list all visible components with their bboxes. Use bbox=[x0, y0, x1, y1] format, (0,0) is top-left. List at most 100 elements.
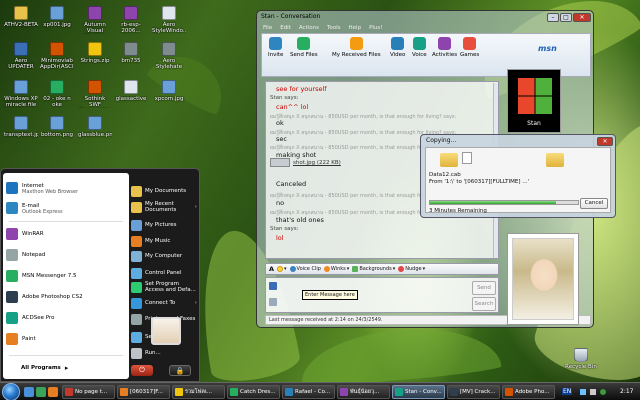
system-tray: EN 2:17 bbox=[562, 385, 638, 399]
desktop-icon[interactable]: bottom.png bbox=[40, 114, 74, 152]
start-place-item[interactable]: My Documents bbox=[131, 183, 197, 199]
taskbar-button[interactable]: Adobe Pho... bbox=[502, 385, 555, 399]
desktop-icon[interactable]: Aero Stylehate bbox=[152, 40, 186, 78]
toolbar-games-button[interactable]: Games bbox=[460, 37, 479, 58]
tray-volume-icon[interactable] bbox=[590, 389, 596, 395]
start-pinned-item[interactable]: Internet Maxthon Web Browser bbox=[6, 179, 126, 197]
network-icon bbox=[131, 297, 142, 309]
desktop-icon[interactable]: rb-esp-2006... bbox=[114, 4, 148, 42]
nudge-button[interactable]: Nudge ▾ bbox=[398, 266, 425, 272]
font-button[interactable]: A bbox=[269, 265, 274, 273]
start-recent-item[interactable]: MSN Messenger 7.5 bbox=[6, 267, 126, 285]
shortcut-icon bbox=[14, 42, 28, 56]
menu-item[interactable]: Actions bbox=[299, 25, 319, 31]
desktop-icon[interactable]: Strings.zip bbox=[78, 40, 112, 78]
dialog-body: Data12.cab From '1:\' to '[060317][FULLT… bbox=[425, 147, 611, 214]
taskbar-button[interactable]: [MV] Crack... bbox=[447, 385, 500, 399]
backgrounds-button[interactable]: Backgrounds ▾ bbox=[352, 266, 395, 272]
clock[interactable]: 2:17 bbox=[620, 388, 633, 395]
desktop-icon[interactable]: ATHV2-BETA bbox=[4, 4, 38, 42]
ink-icon[interactable] bbox=[269, 298, 277, 306]
desktop-icon[interactable]: Minimoviab AppDir(ASCI... bbox=[40, 40, 74, 78]
start-place-item[interactable]: My Computer bbox=[131, 248, 197, 264]
lock-button[interactable]: 🔒 bbox=[169, 365, 191, 376]
desktop-icon[interactable]: transptext.jpg bbox=[4, 114, 38, 152]
notepad-icon bbox=[6, 249, 18, 261]
winks-button[interactable]: Winks ▾ bbox=[323, 266, 349, 272]
start-recent-item[interactable]: Adobe Photoshop CS2 bbox=[6, 288, 126, 306]
desktop-icon[interactable]: Sothink SWF Decompiler bbox=[78, 78, 112, 116]
contact-display-picture[interactable]: Stan bbox=[507, 69, 561, 133]
my-display-picture[interactable] bbox=[507, 233, 579, 325]
menu-item[interactable]: Tools bbox=[327, 25, 341, 31]
start-place-item[interactable]: My Pictures bbox=[131, 217, 197, 233]
start-recent-item[interactable]: Paint bbox=[6, 330, 126, 348]
toolbar-activities-button[interactable]: Activities bbox=[432, 37, 457, 58]
all-programs-button[interactable]: All Programs ▸ bbox=[21, 359, 141, 377]
menu-item[interactable]: Edit bbox=[280, 25, 291, 31]
minimize-button[interactable]: – bbox=[547, 13, 559, 22]
language-indicator[interactable]: EN bbox=[562, 388, 573, 395]
desktop-icon[interactable]: bm735 bbox=[114, 40, 148, 78]
desktop-icon[interactable]: glassactive bbox=[114, 78, 148, 116]
menu-item[interactable]: File bbox=[263, 25, 272, 31]
tray-network-icon[interactable] bbox=[580, 389, 586, 395]
quick-launch-media-icon[interactable] bbox=[48, 387, 58, 397]
start-place-item[interactable]: My Recent Documents › bbox=[131, 199, 197, 215]
maximize-button[interactable]: □ bbox=[560, 13, 572, 22]
quick-launch-desktop-icon[interactable] bbox=[24, 387, 34, 397]
send-button[interactable]: Send bbox=[472, 281, 496, 295]
taskbar-button[interactable]: Catch Dres... bbox=[227, 385, 280, 399]
close-button[interactable]: ✕ bbox=[573, 13, 591, 22]
taskbar-button[interactable]: พันธุ์น้อยวุ... bbox=[337, 385, 390, 399]
desktop-icon[interactable]: Autumn Visual Windows 2... bbox=[78, 4, 112, 42]
voice-clip-button[interactable]: Voice Clip bbox=[289, 266, 321, 272]
desktop-icon[interactable]: xpcom.jpg bbox=[152, 78, 186, 116]
taskbar-button[interactable]: Stan - Conv... bbox=[392, 385, 445, 399]
search-button[interactable]: Search bbox=[472, 297, 496, 311]
user-avatar[interactable] bbox=[151, 317, 181, 345]
start-place-item[interactable]: Connect To › bbox=[131, 295, 197, 311]
menu-item[interactable]: Plus! bbox=[369, 25, 382, 31]
toolbar-send-files-button[interactable]: Send Files bbox=[290, 37, 318, 58]
desktop-icon[interactable]: Aero StyleWindo... bbox=[152, 4, 186, 42]
tray-msn-icon[interactable] bbox=[600, 389, 606, 395]
start-place-item[interactable]: Set Program Access and Defa... bbox=[131, 279, 197, 295]
desktop-icon[interactable]: Windows XP miracle file bbox=[4, 78, 38, 116]
start-recent-item[interactable]: Notepad bbox=[6, 246, 126, 264]
toolbar-voice-button[interactable]: Voice bbox=[412, 37, 427, 58]
start-place-item[interactable]: My Music bbox=[131, 233, 197, 249]
message-input[interactable]: Enter Message here Send Search bbox=[265, 277, 499, 313]
toolbar-invite-button[interactable]: Invite bbox=[268, 37, 283, 58]
microphone-icon bbox=[289, 266, 296, 272]
start-recent-item[interactable]: ACDSee Pro bbox=[6, 309, 126, 327]
desktop-icon[interactable]: Aero UPDATER bbox=[4, 40, 38, 78]
menu-item[interactable]: Help bbox=[349, 25, 362, 31]
toolbar-my-received-files-button[interactable]: My Received Files bbox=[332, 37, 381, 58]
msn-logo: msn bbox=[538, 44, 557, 53]
taskbar-button[interactable]: No page t... bbox=[62, 385, 115, 399]
power-button[interactable]: ⏻ bbox=[131, 365, 153, 376]
cancel-button[interactable]: Cancel bbox=[580, 198, 608, 209]
taskbar-button[interactable]: [060317]F... bbox=[117, 385, 170, 399]
emoticon-button[interactable]: ▾ bbox=[277, 266, 287, 272]
start-place-item[interactable]: Run... bbox=[131, 345, 197, 361]
desktop-icon[interactable]: 02 - oke n oke bbox=[40, 78, 74, 116]
quick-launch-browser-icon[interactable] bbox=[36, 387, 46, 397]
start-recent-item[interactable]: WinRAR bbox=[6, 225, 126, 243]
start-button[interactable] bbox=[2, 383, 20, 400]
start-pinned-item[interactable]: E-mail Outlook Express bbox=[6, 199, 126, 217]
desktop-icon[interactable]: glassblue.png bbox=[78, 114, 112, 152]
file-transfer-name[interactable]: shot.jpg (222 KB) bbox=[293, 160, 341, 166]
dialog-close-button[interactable]: ✕ bbox=[597, 137, 613, 146]
menu-bar: File Edit Actions Tools Help Plus! bbox=[263, 25, 382, 31]
start-place-label: Control Panel bbox=[145, 270, 182, 276]
handwrite-icon[interactable] bbox=[269, 282, 277, 290]
recycle-bin[interactable]: Recycle Bin bbox=[562, 346, 600, 384]
taskbar-button[interactable]: Rafael - Co... bbox=[282, 385, 335, 399]
taskbar-button[interactable]: รวมโฟลเ... bbox=[172, 385, 225, 399]
sender-line: Stan says: bbox=[270, 95, 299, 101]
toolbar-video-button[interactable]: Video bbox=[390, 37, 405, 58]
desktop-icon[interactable]: xp001.jpg bbox=[40, 4, 74, 42]
start-pinned-text: E-mail Outlook Express bbox=[22, 202, 63, 215]
